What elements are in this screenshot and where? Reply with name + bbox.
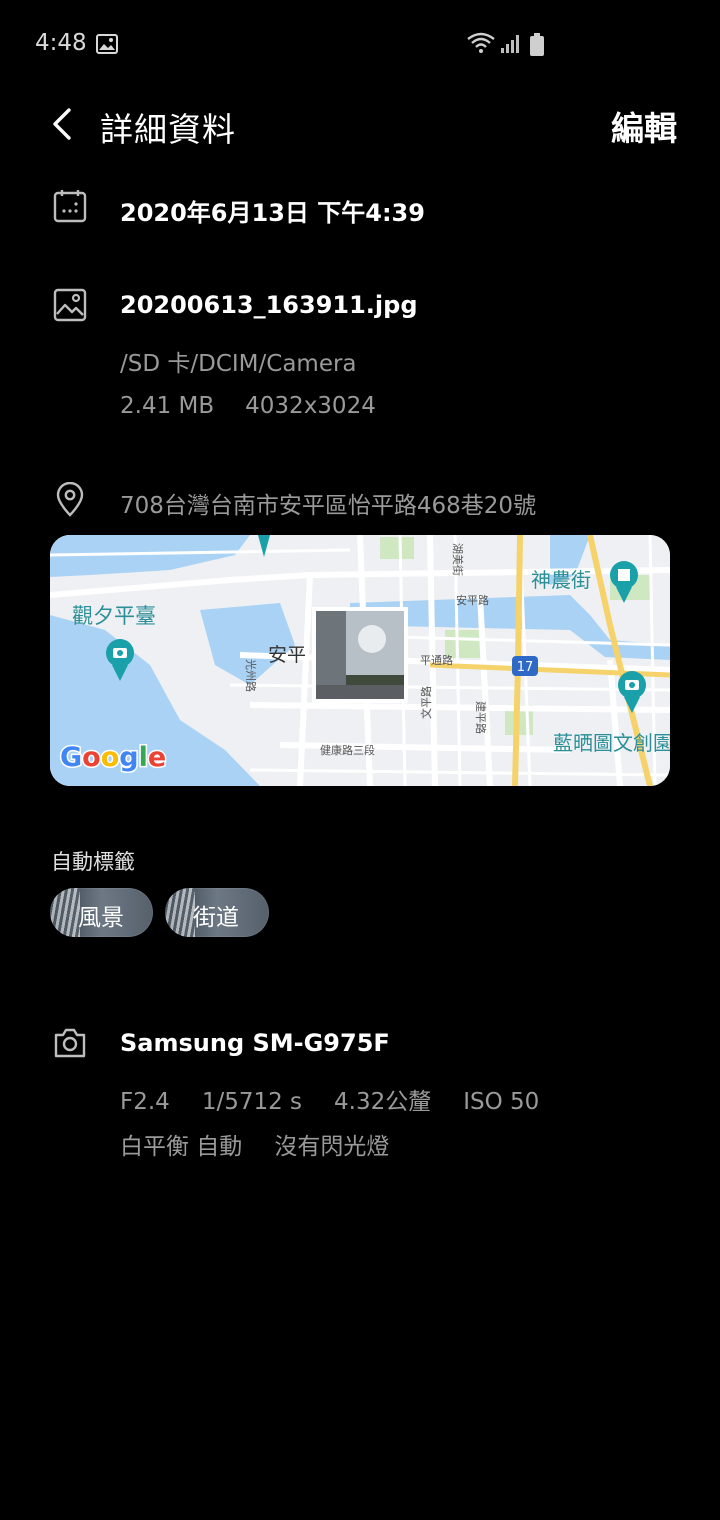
- location-pin-icon: [56, 482, 84, 517]
- battery-icon: [530, 33, 544, 56]
- chevron-left-icon: [53, 108, 71, 140]
- map-label-wenping-rd: 文平路: [419, 686, 433, 719]
- camera-extra-details: 白平衡 自動 沒有閃光燈: [120, 1127, 389, 1161]
- status-bar: 4:48: [0, 0, 720, 90]
- camera-white-balance: 白平衡 自動: [120, 1134, 243, 1160]
- map-label-guangzhou-rd: 光州路: [244, 659, 258, 692]
- tag-thumbnail: [165, 888, 195, 937]
- google-logo: Google: [60, 742, 166, 773]
- file-size: 2.41 MB: [120, 393, 215, 419]
- map-label-anping: 安平: [268, 644, 306, 666]
- map-photo-thumbnail: [312, 607, 408, 710]
- app-bar: 詳細資料 編輯: [0, 90, 720, 160]
- map-label-guanxi: 觀夕平臺: [72, 604, 156, 628]
- map-label-lanshai: 藍晒圖文創園: [553, 731, 670, 755]
- location-address: 708台灣台南市安平區怡平路468巷20號: [120, 493, 537, 519]
- location-map[interactable]: 17 觀夕平臺 安平 神農街 藍晒圖文創園 安平路 平通路 健康路三段 光州路 …: [50, 535, 670, 786]
- gallery-icon: [96, 34, 118, 54]
- calendar-icon: [53, 190, 87, 223]
- map-route-number: 17: [517, 660, 534, 675]
- file-path: /SD 卡/DCIM/Camera: [120, 351, 357, 377]
- tag-label: 風景: [78, 905, 124, 931]
- map-label-shennong: 神農街: [531, 568, 591, 592]
- camera-model: Samsung SM-G975F: [120, 1029, 390, 1057]
- map-label-jianping-rd: 建平路: [474, 701, 488, 734]
- tag-chip-street[interactable]: 街道: [165, 888, 269, 937]
- back-button[interactable]: [40, 102, 84, 146]
- map-label-humei-st: 湖美街: [451, 543, 465, 576]
- auto-tags-label: 自動標籤: [51, 850, 135, 874]
- date-time: 2020年6月13日 下午4:39: [120, 199, 425, 227]
- wifi-icon: [467, 32, 495, 53]
- signal-icon: [501, 35, 519, 53]
- map-label-jiankang-rd: 健康路三段: [320, 743, 375, 757]
- map-label-anping-rd: 安平路: [456, 593, 489, 607]
- camera-icon: [54, 1028, 86, 1058]
- camera-exposure-details: F2.4 1/5712 s 4.32公釐 ISO 50: [120, 1082, 539, 1116]
- tag-thumbnail: [50, 888, 80, 937]
- tag-label: 街道: [193, 905, 239, 931]
- camera-aperture: F2.4: [120, 1089, 170, 1115]
- image-icon: [53, 288, 87, 322]
- tag-chip-landscape[interactable]: 風景: [50, 888, 153, 937]
- edit-button[interactable]: 編輯: [611, 102, 677, 150]
- file-details: 2.41 MB 4032x3024: [120, 393, 376, 419]
- file-name: 20200613_163911.jpg: [120, 291, 418, 319]
- status-time: 4:48: [35, 30, 87, 56]
- camera-flash: 沒有閃光燈: [274, 1134, 390, 1160]
- camera-focal-length: 4.32公釐: [334, 1089, 432, 1115]
- camera-iso: ISO 50: [463, 1089, 540, 1115]
- file-resolution: 4032x3024: [245, 393, 376, 419]
- camera-shutter: 1/5712 s: [201, 1089, 303, 1115]
- map-label-pingtong-rd: 平通路: [420, 654, 453, 667]
- page-title: 詳細資料: [100, 110, 236, 149]
